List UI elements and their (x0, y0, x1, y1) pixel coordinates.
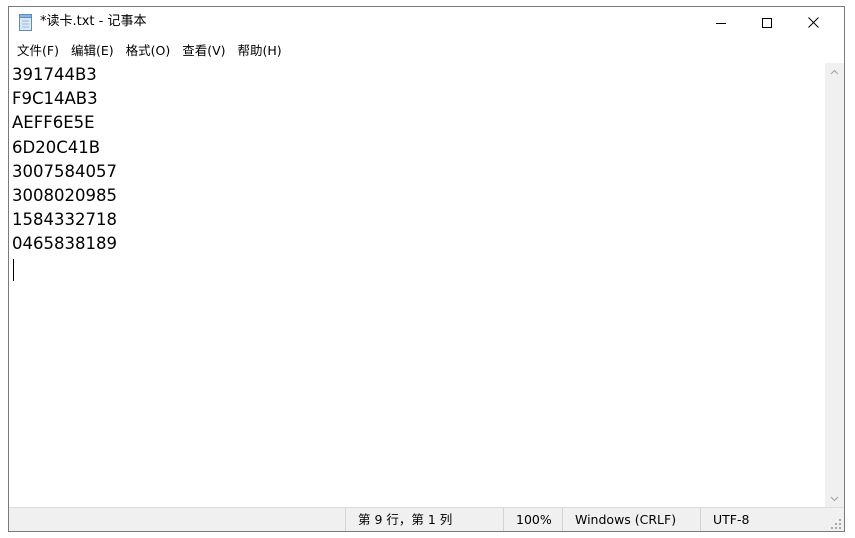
status-encoding: UTF-8 (713, 512, 750, 527)
text-line: AEFF6E5E (12, 113, 95, 133)
title-bar[interactable]: *读卡.txt - 记事本 (9, 7, 844, 38)
close-icon (807, 17, 819, 28)
window-title: *读卡.txt - 记事本 (40, 14, 147, 29)
menu-bar: 文件(F) 编辑(E) 格式(O) 查看(V) 帮助(H) (9, 38, 844, 63)
status-zoom: 100% (516, 512, 552, 527)
maximize-icon (762, 17, 772, 28)
minimize-icon (716, 22, 726, 24)
status-bar: 第 9 行，第 1 列 100% Windows (CRLF) UTF-8 (9, 507, 844, 531)
text-editor[interactable]: 391744B3 F9C14AB3 AEFF6E5E 6D20C41B 3007… (9, 63, 825, 507)
chevron-up-icon (830, 69, 839, 74)
menu-view[interactable]: 查看(V) (176, 40, 231, 62)
menu-file[interactable]: 文件(F) (11, 40, 65, 62)
resize-grip-icon[interactable] (830, 518, 842, 530)
text-line: 0465838189 (12, 234, 117, 254)
notepad-icon (18, 14, 34, 31)
notepad-window: *读卡.txt - 记事本 文件(F) 编辑(E) 格式(O) 查看(V) 帮助… (8, 6, 845, 532)
scroll-down-button[interactable] (825, 490, 844, 507)
vertical-scrollbar[interactable] (825, 63, 844, 507)
scroll-up-button[interactable] (825, 63, 844, 80)
status-cursor-position: 第 9 行，第 1 列 (358, 512, 453, 527)
text-line: 1584332718 (12, 210, 117, 230)
text-caret (13, 259, 14, 281)
menu-format[interactable]: 格式(O) (120, 40, 177, 62)
status-line-ending: Windows (CRLF) (575, 512, 677, 527)
text-line: 3007584057 (12, 161, 117, 181)
text-line: 391744B3 (12, 65, 97, 84)
menu-edit[interactable]: 编辑(E) (65, 40, 120, 62)
maximize-button[interactable] (744, 7, 790, 38)
chevron-down-icon (830, 496, 839, 501)
close-button[interactable] (790, 7, 836, 38)
menu-help[interactable]: 帮助(H) (232, 40, 288, 62)
minimize-button[interactable] (698, 7, 744, 38)
text-line: F9C14AB3 (12, 89, 98, 109)
text-line: 6D20C41B (12, 137, 101, 157)
text-line: 3008020985 (12, 186, 117, 206)
